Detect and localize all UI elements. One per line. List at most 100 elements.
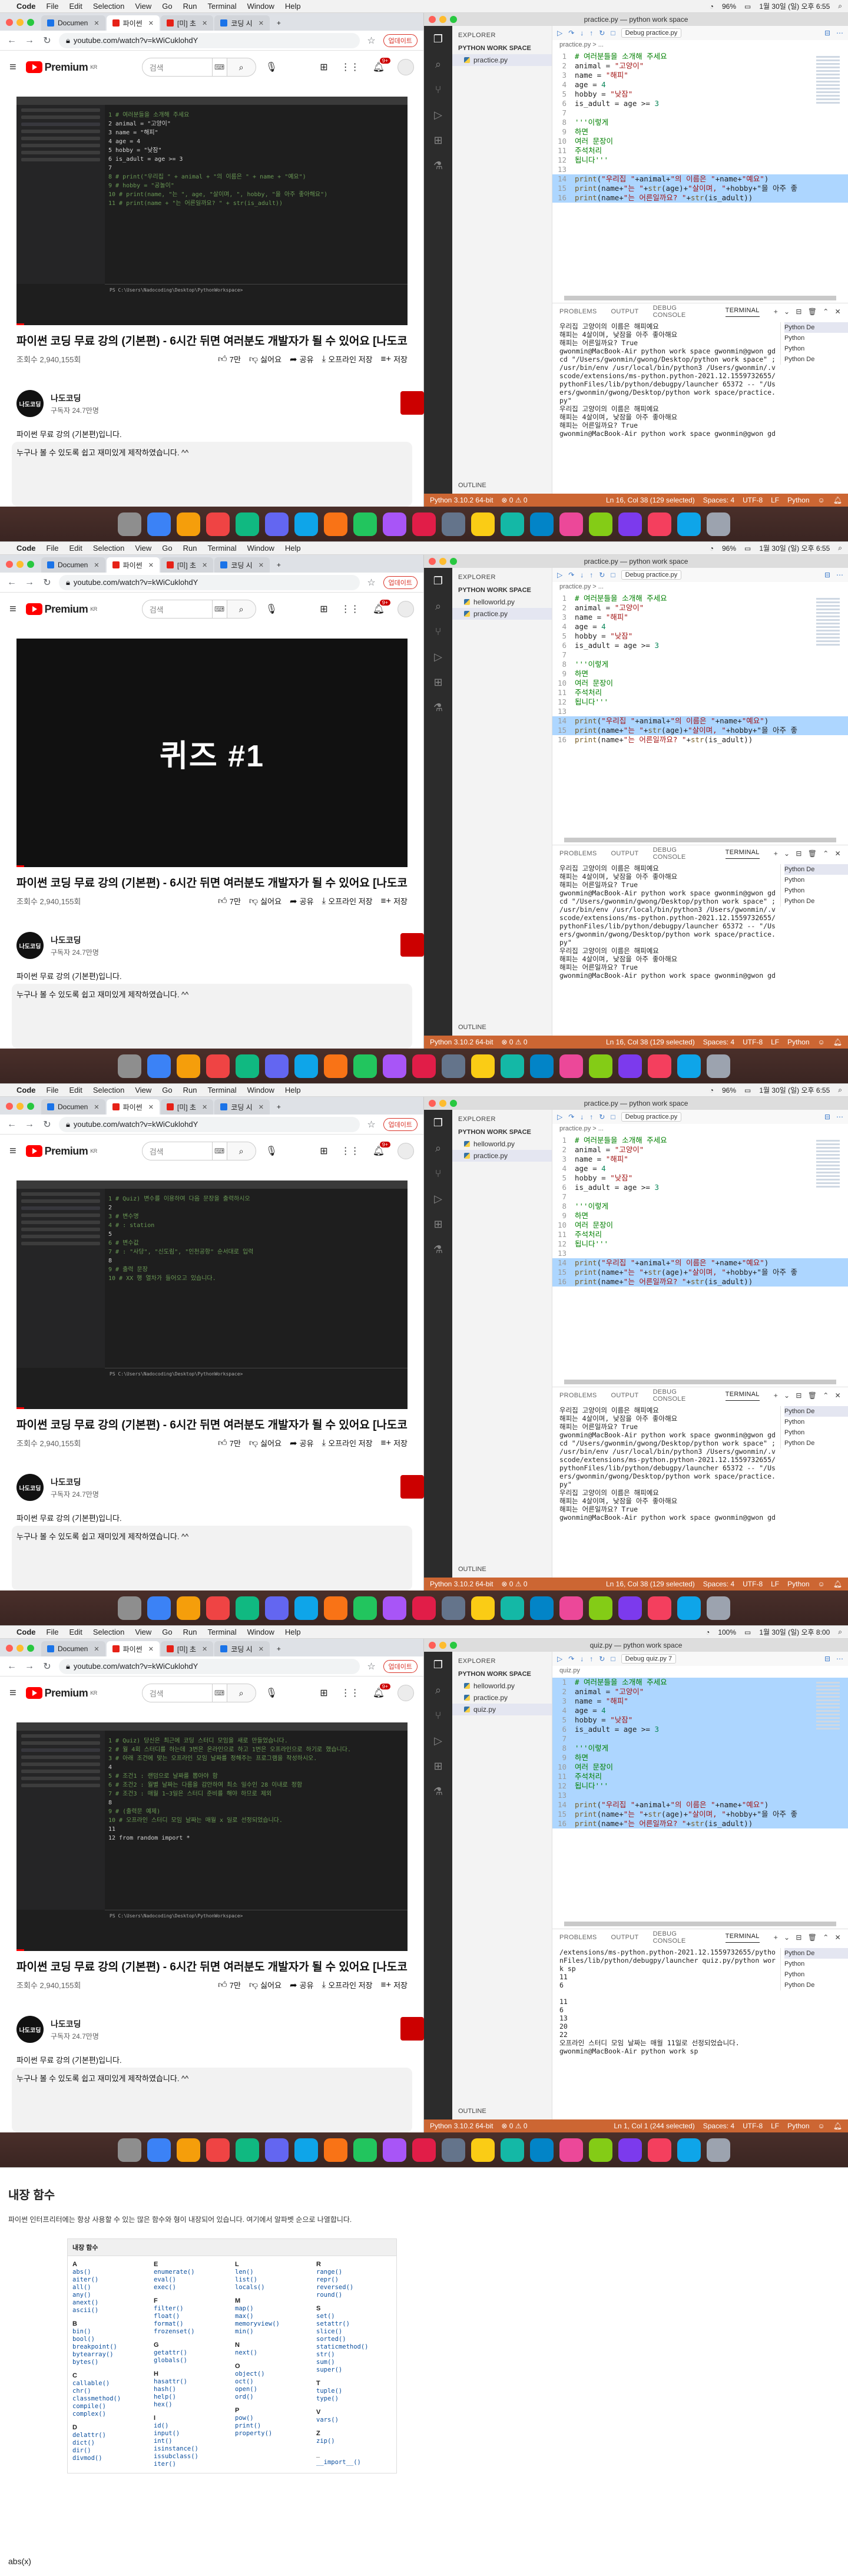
code-line[interactable]: 5 hobby = "낮잠" bbox=[552, 631, 848, 641]
dock-app-icon[interactable] bbox=[589, 1054, 612, 1078]
menu-help[interactable]: Help bbox=[285, 1086, 301, 1094]
language-mode[interactable]: Python bbox=[787, 1038, 809, 1046]
new-terminal-icon[interactable]: + bbox=[774, 1391, 778, 1400]
menu-view[interactable]: View bbox=[135, 544, 151, 553]
builtin-function-link[interactable]: filter() bbox=[154, 2305, 229, 2313]
channel-name[interactable]: 나도코딩 bbox=[51, 934, 99, 946]
code-line[interactable]: 13 bbox=[552, 165, 848, 174]
split-terminal-icon[interactable]: ⊟ bbox=[796, 849, 801, 858]
code-line[interactable]: 9 하면 bbox=[552, 669, 848, 679]
video-player[interactable]: 1 # Quiz) 변수를 이용하여 다음 문장을 출력하시오 2 3 # 변수명… bbox=[16, 1180, 408, 1409]
browser-tab[interactable]: [미] 초 ✕ bbox=[160, 1099, 214, 1115]
menu-run[interactable]: Run bbox=[183, 1628, 197, 1636]
builtin-function-link[interactable]: iter() bbox=[154, 2461, 229, 2468]
dock-app-icon[interactable] bbox=[412, 1596, 436, 1620]
user-avatar[interactable] bbox=[398, 59, 414, 75]
menu-app-name[interactable]: Code bbox=[16, 544, 36, 553]
builtin-function-link[interactable]: eval() bbox=[154, 2276, 229, 2284]
code-line[interactable]: 16 print(name+"는 어른일까요? "+str(is_adult)) bbox=[552, 1277, 848, 1287]
menu-help[interactable]: Help bbox=[285, 544, 301, 553]
code-line[interactable]: 16 print(name+"는 어른일까요? "+str(is_adult)) bbox=[552, 1819, 848, 1828]
back-arrow-icon[interactable]: ← bbox=[6, 35, 18, 46]
dock-app-icon[interactable] bbox=[177, 1596, 200, 1620]
menu-hamburger-icon[interactable]: ≡ bbox=[9, 1145, 16, 1158]
battery-icon[interactable]: ▭ bbox=[744, 1628, 751, 1636]
dock-app-icon[interactable] bbox=[324, 1596, 347, 1620]
update-button[interactable]: 업데이트 bbox=[383, 34, 418, 47]
explorer-file-item[interactable]: practice.py bbox=[452, 54, 552, 66]
code-line[interactable]: 2 animal = "고양이" bbox=[552, 603, 848, 613]
terminal-instance[interactable]: Python bbox=[784, 343, 848, 354]
code-line[interactable]: 8 '''이렇게 bbox=[552, 660, 848, 669]
encoding[interactable]: UTF-8 bbox=[743, 2122, 763, 2130]
chevron-up-icon[interactable]: ⌃ bbox=[823, 307, 829, 316]
code-line[interactable]: 11 주석처리 bbox=[552, 146, 848, 156]
close-tab-icon[interactable]: ✕ bbox=[148, 19, 154, 27]
video-progress-bar[interactable] bbox=[16, 1949, 25, 1951]
split-terminal-icon[interactable]: ⊟ bbox=[796, 1391, 801, 1400]
code-line[interactable]: 4 age = 4 bbox=[552, 80, 848, 90]
dock-app-icon[interactable] bbox=[412, 2138, 436, 2162]
dock-app-icon[interactable] bbox=[353, 1054, 377, 1078]
menu-selection[interactable]: Selection bbox=[93, 1086, 124, 1094]
video-progress-bar[interactable] bbox=[16, 865, 25, 867]
code-editor[interactable]: ▷ ↷ ↓ ↑ ↻ □ Debug practice.py ⊟ ⋯ practi… bbox=[552, 568, 848, 845]
menu-terminal[interactable]: Terminal bbox=[208, 544, 237, 553]
outline-section[interactable]: OUTLINE bbox=[458, 1024, 486, 1031]
close-panel-icon[interactable]: ✕ bbox=[835, 1391, 841, 1400]
terminal-instance[interactable]: Python bbox=[784, 1969, 848, 1980]
language-mode[interactable]: Python bbox=[787, 496, 809, 504]
builtin-function-link[interactable]: float() bbox=[154, 2313, 229, 2320]
battery-icon[interactable]: ▭ bbox=[744, 1086, 751, 1094]
menu-terminal[interactable]: Terminal bbox=[208, 1086, 237, 1094]
zoom-window-button[interactable] bbox=[450, 16, 457, 23]
user-avatar[interactable] bbox=[398, 601, 414, 617]
keyboard-icon[interactable]: ⌨ bbox=[212, 58, 227, 77]
dislike-button[interactable]: 👎︎ 싫어요 bbox=[249, 1437, 281, 1449]
battery-icon[interactable]: ▭ bbox=[744, 2, 751, 11]
menu-go[interactable]: Go bbox=[162, 1628, 172, 1636]
terminal-instance[interactable]: Python bbox=[784, 1959, 848, 1969]
dock-app-icon[interactable] bbox=[206, 1596, 230, 1620]
reload-icon[interactable]: ↻ bbox=[41, 1119, 53, 1130]
more-actions-icon[interactable]: ⋯ bbox=[836, 1113, 843, 1121]
video-progress-bar[interactable] bbox=[16, 1407, 25, 1409]
dock-app-icon[interactable] bbox=[471, 512, 495, 536]
clock-label[interactable]: 1월 30일 (일) 오후 8:00 bbox=[759, 1627, 830, 1637]
minimap[interactable] bbox=[816, 596, 840, 667]
dock-app-icon[interactable] bbox=[442, 1054, 465, 1078]
cursor-position[interactable]: Ln 16, Col 38 (129 selected) bbox=[606, 1580, 695, 1588]
code-line[interactable]: 15 print(name+"는 "+str(age)+"살이며, "+hobby… bbox=[552, 1810, 848, 1819]
menu-run[interactable]: Run bbox=[183, 2, 197, 11]
explorer-file-item[interactable]: practice.py bbox=[452, 608, 552, 620]
dock-app-icon[interactable] bbox=[294, 1596, 318, 1620]
chevron-up-icon[interactable]: ⌃ bbox=[823, 1933, 829, 1942]
builtin-function-link[interactable]: chr() bbox=[72, 2387, 148, 2395]
builtin-function-link[interactable]: abs() bbox=[72, 2269, 148, 2276]
builtin-function-link[interactable]: enumerate() bbox=[154, 2269, 229, 2276]
code-line[interactable]: 8 '''이렇게 bbox=[552, 1202, 848, 1211]
builtin-function-link[interactable]: locals() bbox=[235, 2284, 310, 2291]
search-spotlight-icon[interactable]: ⌕ bbox=[838, 2, 842, 11]
outline-section[interactable]: OUTLINE bbox=[458, 1566, 486, 1573]
browser-tab-active[interactable]: 파이썬 ✕ bbox=[106, 15, 160, 31]
dock-app-icon[interactable] bbox=[265, 1596, 289, 1620]
terminal-instance[interactable]: Python De bbox=[784, 864, 848, 875]
continue-icon[interactable]: ▷ bbox=[557, 1113, 562, 1121]
dock-app-icon[interactable] bbox=[265, 512, 289, 536]
code-line[interactable]: 4 age = 4 bbox=[552, 622, 848, 631]
step-into-icon[interactable]: ↓ bbox=[580, 571, 584, 579]
dock-app-icon[interactable] bbox=[324, 2138, 347, 2162]
source-control-icon[interactable]: ⑂ bbox=[435, 1168, 442, 1180]
builtin-function-link[interactable]: next() bbox=[235, 2349, 310, 2357]
dock-app-icon[interactable] bbox=[530, 1054, 554, 1078]
builtin-function-link[interactable]: list() bbox=[235, 2276, 310, 2284]
dock-app-icon[interactable] bbox=[648, 2138, 671, 2162]
terminal-instance[interactable]: Python De bbox=[784, 322, 848, 333]
minimize-window-button[interactable] bbox=[439, 16, 446, 23]
python-interpreter[interactable]: Python 3.10.2 64-bit bbox=[430, 1580, 493, 1588]
subscribe-button[interactable] bbox=[400, 1475, 424, 1499]
end-of-line[interactable]: LF bbox=[771, 1038, 779, 1046]
builtin-function-link[interactable]: oct() bbox=[235, 2378, 310, 2386]
dock-app-icon[interactable] bbox=[707, 1596, 730, 1620]
